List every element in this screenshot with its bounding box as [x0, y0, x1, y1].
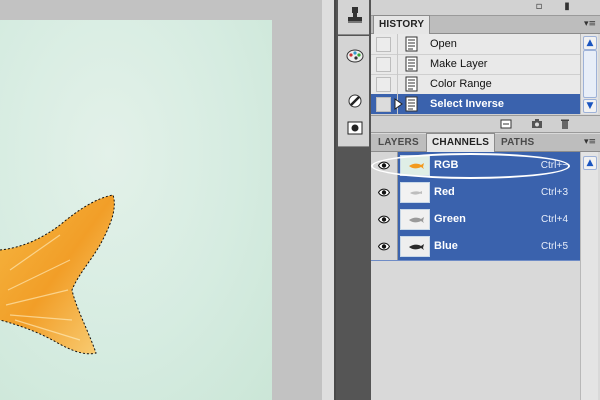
- channel-name: Red: [434, 186, 455, 198]
- history-state-open[interactable]: Open: [371, 34, 580, 55]
- canvas-area: [0, 0, 322, 400]
- history-scrollbar[interactable]: ▲ ▼: [580, 34, 598, 114]
- history-brush-marker-icon[interactable]: [394, 96, 404, 117]
- panel-menu-icon[interactable]: ▾≡: [584, 137, 596, 147]
- scroll-down-icon[interactable]: ▼: [583, 99, 597, 113]
- panel-menu-icon[interactable]: ▾≡: [584, 19, 596, 29]
- tab-paths[interactable]: PATHS: [496, 134, 539, 151]
- history-state-make-layer[interactable]: Make Layer: [371, 54, 580, 75]
- goldfish-tail-image: [0, 194, 115, 355]
- channel-name: Blue: [434, 240, 458, 252]
- trash-small-icon[interactable]: ▮: [561, 1, 573, 13]
- panel-divider-light: [322, 0, 334, 400]
- history-state-icon: [404, 96, 420, 117]
- history-state-label: Color Range: [430, 78, 492, 90]
- channel-thumbnail-green: [400, 209, 430, 230]
- history-separator: [397, 74, 398, 94]
- history-snapshot-box[interactable]: [376, 97, 391, 112]
- tab-channels[interactable]: CHANNELS: [426, 133, 496, 152]
- history-snapshot-box[interactable]: [376, 77, 391, 92]
- history-state-color-range[interactable]: Color Range: [371, 74, 580, 95]
- history-list: Open Make Layer Color Range Select Inver…: [371, 34, 580, 115]
- channels-tabbar: LAYERS CHANNELS PATHS ▾≡: [371, 133, 600, 152]
- history-separator: [397, 34, 398, 54]
- collapsed-panel-dock: [336, 0, 371, 400]
- visibility-toggle[interactable]: [371, 206, 398, 233]
- history-state-label: Make Layer: [430, 58, 488, 70]
- channels-scrollbar[interactable]: ▲: [580, 152, 598, 400]
- channel-row-green[interactable]: Green Ctrl+4: [371, 206, 580, 234]
- mask-icon[interactable]: [345, 118, 365, 138]
- trash-icon[interactable]: [559, 118, 571, 130]
- palette-icon[interactable]: [345, 46, 365, 66]
- panel-column: ▫ ▮ HISTORY ▾≡ Open Make Layer Color Ran…: [371, 0, 600, 400]
- channel-shortcut: Ctrl+4: [541, 214, 568, 225]
- eye-icon[interactable]: [378, 215, 390, 224]
- dock-group-2: [338, 36, 369, 147]
- history-state-label: Open: [430, 38, 457, 50]
- camera-icon[interactable]: [531, 118, 543, 130]
- doc-icon[interactable]: ▫: [533, 1, 545, 13]
- channel-row-blue[interactable]: Blue Ctrl+5: [371, 233, 580, 261]
- document-canvas[interactable]: [0, 20, 272, 400]
- history-snapshot-box[interactable]: [376, 57, 391, 72]
- scroll-up-icon[interactable]: ▲: [583, 156, 597, 170]
- channel-thumbnail-red: [400, 182, 430, 203]
- channel-name: Green: [434, 213, 466, 225]
- history-separator: [397, 54, 398, 74]
- visibility-toggle[interactable]: [371, 179, 398, 206]
- tab-history[interactable]: HISTORY: [373, 15, 431, 34]
- brush-dot-icon[interactable]: [345, 91, 365, 111]
- history-state-select-inverse[interactable]: Select Inverse: [371, 94, 580, 115]
- rgb-highlight-ellipse: [371, 153, 570, 179]
- channel-shortcut: Ctrl+3: [541, 187, 568, 198]
- tab-layers[interactable]: LAYERS: [373, 134, 424, 151]
- dock-group-1: [338, 0, 369, 35]
- visibility-toggle[interactable]: [371, 233, 398, 260]
- history-state-label: Select Inverse: [430, 98, 504, 110]
- eye-icon[interactable]: [378, 188, 390, 197]
- scroll-up-icon[interactable]: ▲: [583, 36, 597, 50]
- channels-empty-area: [371, 263, 580, 400]
- scroll-thumb[interactable]: [583, 50, 597, 98]
- channel-row-red[interactable]: Red Ctrl+3: [371, 179, 580, 207]
- new-document-icon[interactable]: [500, 118, 512, 130]
- eye-icon[interactable]: [378, 242, 390, 251]
- history-snapshot-box[interactable]: [376, 37, 391, 52]
- history-top-strip: ▫ ▮: [371, 0, 600, 16]
- history-footer: [371, 115, 600, 133]
- channel-shortcut: Ctrl+5: [541, 241, 568, 252]
- history-tabbar: HISTORY ▾≡: [371, 15, 600, 34]
- channel-thumbnail-blue: [400, 236, 430, 257]
- stamp-icon[interactable]: [345, 5, 365, 25]
